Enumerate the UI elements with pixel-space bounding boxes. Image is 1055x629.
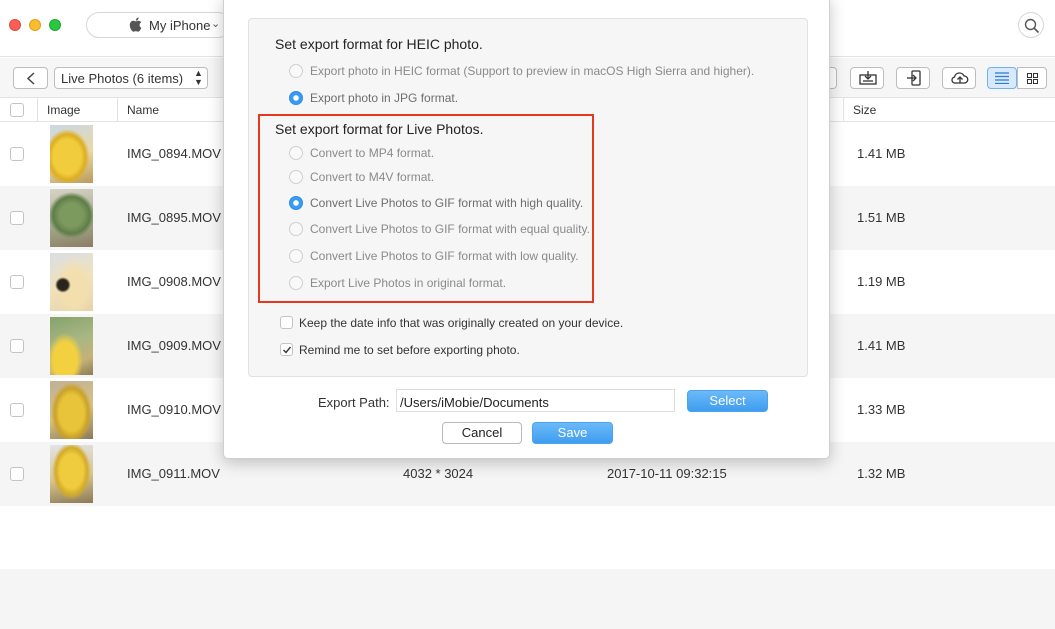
file-size: 1.41 MB xyxy=(857,146,906,161)
updown-chevron-icon: ▲ ▼ xyxy=(194,68,203,87)
album-selector[interactable]: Live Photos (6 items) ▲ ▼ xyxy=(54,67,208,89)
file-size: 1.19 MB xyxy=(857,274,906,289)
radio-button[interactable] xyxy=(289,64,303,78)
upload-cloud-icon xyxy=(951,72,969,84)
file-name: IMG_0911.MOV xyxy=(127,466,220,481)
file-size: 1.41 MB xyxy=(857,338,906,353)
option-label: Export photo in JPG format. xyxy=(310,91,459,105)
photo-thumbnail xyxy=(50,381,93,439)
device-name: My iPhone xyxy=(149,18,211,33)
apple-icon xyxy=(129,17,142,32)
back-arrow-icon xyxy=(26,72,35,85)
grid-view-icon xyxy=(1027,73,1038,84)
minimize-window-button[interactable] xyxy=(29,19,41,31)
select-all-checkbox[interactable] xyxy=(10,103,24,117)
row-checkbox[interactable] xyxy=(10,403,24,417)
photo-thumbnail xyxy=(50,317,93,375)
radio-button-selected[interactable] xyxy=(289,91,303,105)
album-name: Live Photos (6 items) xyxy=(61,71,184,86)
export-path-input[interactable] xyxy=(396,389,675,412)
file-name: IMG_0908.MOV xyxy=(127,274,221,289)
row-checkbox[interactable] xyxy=(10,275,24,289)
settings-panel: Set export format for HEIC photo. Export… xyxy=(248,18,808,377)
list-view-button[interactable] xyxy=(987,67,1017,89)
photo-thumbnail xyxy=(50,125,93,183)
empty-list-area xyxy=(0,569,1055,629)
column-header-size[interactable]: Size xyxy=(853,103,876,117)
row-checkbox[interactable] xyxy=(10,339,24,353)
list-view-icon xyxy=(995,72,1009,84)
row-checkbox[interactable] xyxy=(10,467,24,481)
highlight-box xyxy=(258,114,594,303)
close-window-button[interactable] xyxy=(9,19,21,31)
file-size: 1.32 MB xyxy=(857,466,906,481)
column-header-name[interactable]: Name xyxy=(127,103,159,117)
row-checkbox[interactable] xyxy=(10,147,24,161)
heic-section-title: Set export format for HEIC photo. xyxy=(275,36,483,52)
select-path-button[interactable]: Select xyxy=(687,390,768,412)
export-path-label: Export Path: xyxy=(318,395,390,410)
file-name: IMG_0910.MOV xyxy=(127,402,221,417)
search-button[interactable] xyxy=(1018,12,1044,38)
remind-checkbox[interactable] xyxy=(280,343,293,356)
device-selector[interactable]: My iPhone ⌄ xyxy=(86,12,231,38)
back-button[interactable] xyxy=(13,67,48,89)
file-size: 1.33 MB xyxy=(857,402,906,417)
file-size: 1.51 MB xyxy=(857,210,906,225)
file-name: IMG_0895.MOV xyxy=(127,210,221,225)
upload-cloud-button[interactable] xyxy=(942,67,976,89)
checkbox-label: Keep the date info that was originally c… xyxy=(299,316,624,330)
file-name: IMG_0894.MOV xyxy=(127,146,221,161)
option-label: Export photo in HEIC format (Support to … xyxy=(310,64,755,78)
file-date: 2017-10-11 09:32:15 xyxy=(607,466,727,481)
export-to-computer-button[interactable] xyxy=(850,67,884,89)
export-settings-dialog: Set export format for HEIC photo. Export… xyxy=(223,0,830,459)
keep-date-checkbox[interactable] xyxy=(280,316,293,329)
file-name: IMG_0909.MOV xyxy=(127,338,221,353)
export-to-computer-icon xyxy=(859,71,877,85)
chevron-down-icon: ⌄ xyxy=(211,18,221,30)
save-button[interactable]: Save xyxy=(532,422,613,444)
row-checkbox[interactable] xyxy=(10,211,24,225)
file-dimensions: 4032 * 3024 xyxy=(403,466,474,481)
checkmark-icon xyxy=(283,346,292,354)
cancel-button[interactable]: Cancel xyxy=(442,422,522,444)
send-to-device-button[interactable] xyxy=(896,67,930,89)
zoom-window-button[interactable] xyxy=(49,19,61,31)
grid-view-button[interactable] xyxy=(1017,67,1047,89)
checkbox-label: Remind me to set before exporting photo. xyxy=(299,343,520,357)
send-to-device-icon xyxy=(907,70,921,86)
column-header-image[interactable]: Image xyxy=(47,103,80,117)
photo-thumbnail xyxy=(50,253,93,311)
photo-thumbnail xyxy=(50,189,93,247)
search-icon xyxy=(1024,18,1040,34)
photo-thumbnail xyxy=(50,445,93,503)
